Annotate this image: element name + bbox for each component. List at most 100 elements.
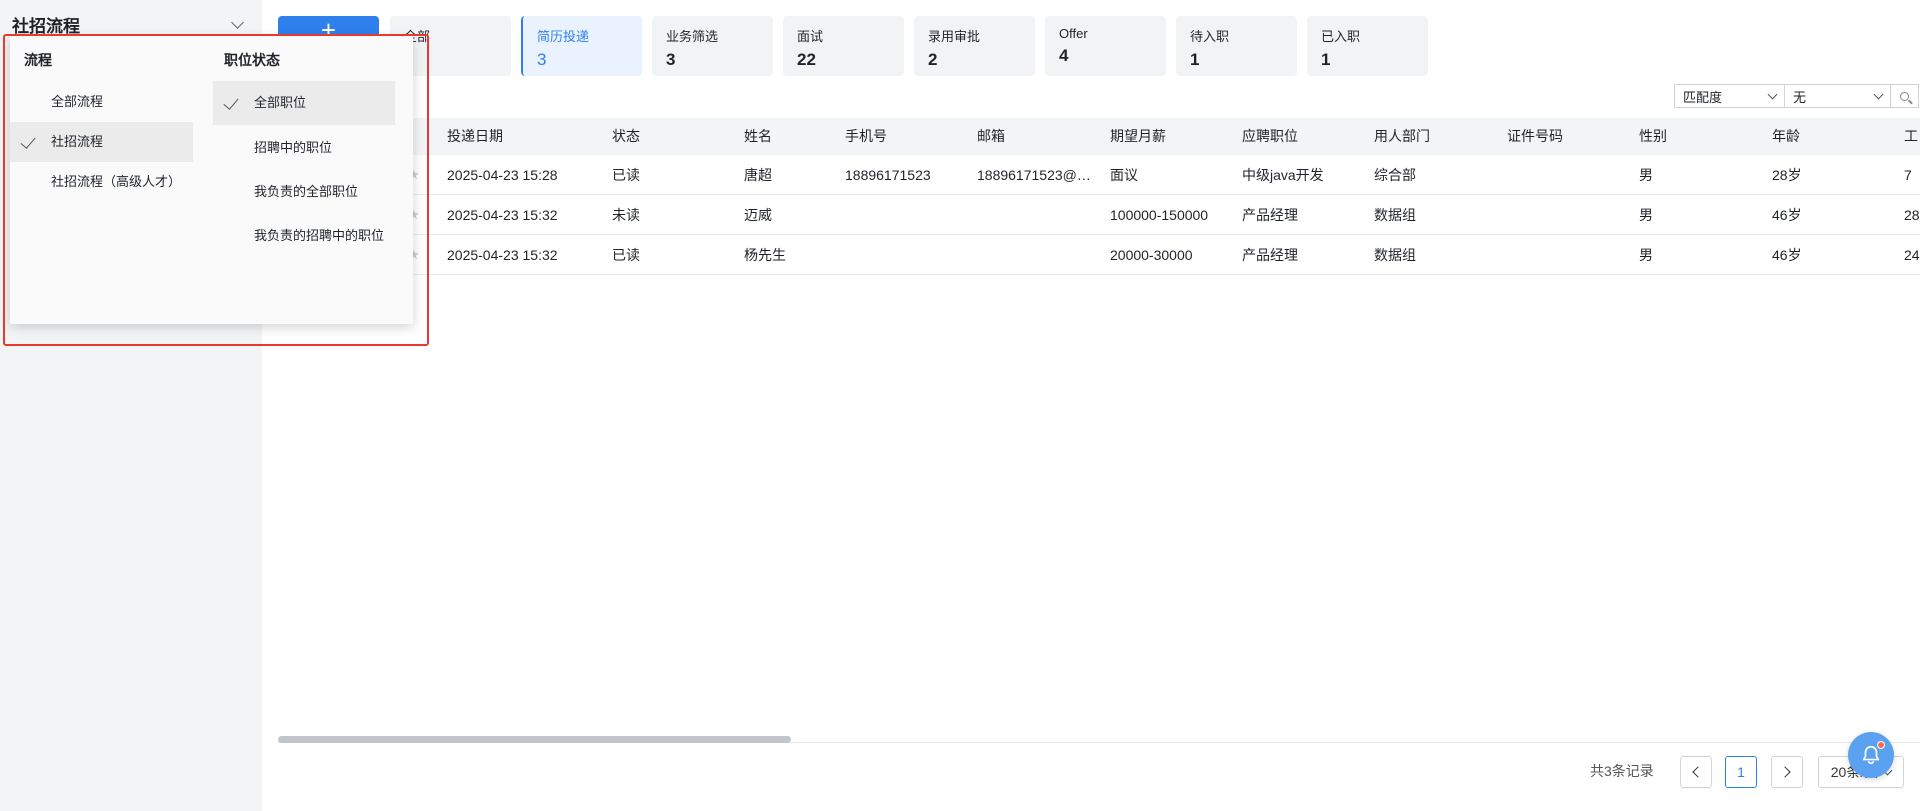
chevron-down-icon xyxy=(231,15,244,29)
cell-age: 28岁 xyxy=(1772,167,1802,183)
cell-email xyxy=(977,195,1103,235)
cell-email xyxy=(977,235,1103,275)
cell-gender: 男 xyxy=(1639,247,1653,263)
stage-label: 业务筛选 xyxy=(666,29,719,44)
process-option[interactable]: 全部流程 xyxy=(10,82,193,122)
status-option-label: 我负责的全部职位 xyxy=(254,184,359,199)
table-row[interactable]: ★ 2025-04-23 15:32 未读 迈威 100000-150000 产… xyxy=(278,195,1920,235)
cell-salary: 20000-30000 xyxy=(1110,247,1193,263)
status-option[interactable]: 我负责的招聘中的职位 xyxy=(213,216,403,256)
cell-age: 46岁 xyxy=(1772,207,1802,223)
search-button[interactable] xyxy=(1891,84,1919,108)
stage-tab-offer[interactable]: Offer 4 xyxy=(1045,16,1166,76)
stage-count: 2 xyxy=(928,50,938,69)
table-row[interactable]: ★ 2025-04-23 15:32 已读 杨先生 20000-30000 产品… xyxy=(278,235,1920,275)
scrollbar-thumb[interactable] xyxy=(278,736,791,743)
cell-salary: 100000-150000 xyxy=(1110,207,1209,223)
notification-button[interactable] xyxy=(1848,732,1894,778)
stage-tab-screening[interactable]: 业务筛选 3 xyxy=(652,16,773,76)
column-header[interactable]: 手机号 xyxy=(845,118,887,155)
prev-page-button[interactable] xyxy=(1680,756,1712,788)
stage-count: 1 xyxy=(1190,50,1200,69)
cell-status: 已读 xyxy=(612,167,640,183)
cell-salary: 面议 xyxy=(1110,167,1138,183)
process-option[interactable]: 社招流程 xyxy=(10,122,193,162)
stage-tab-pending[interactable]: 待入职 1 xyxy=(1176,16,1297,76)
stage-count: 3 xyxy=(666,50,676,69)
cell-name[interactable]: 唐超 xyxy=(744,155,839,195)
stage-label: 待入职 xyxy=(1190,29,1230,44)
column-header[interactable]: 状态 xyxy=(612,118,640,155)
table-header: 投递日期 状态 姓名 手机号 邮箱 期望月薪 应聘职位 用人部门 证件号码 性别… xyxy=(278,118,1920,155)
column-header[interactable]: 工 xyxy=(1904,118,1918,155)
next-page-button[interactable] xyxy=(1771,756,1803,788)
cell-department: 数据组 xyxy=(1374,247,1416,263)
page-number-button[interactable]: 1 xyxy=(1725,756,1757,788)
cell-status: 未读 xyxy=(612,207,640,223)
cell-name[interactable]: 杨先生 xyxy=(744,235,839,275)
stage-tab-interview[interactable]: 面试 22 xyxy=(783,16,904,76)
status-option-label: 全部职位 xyxy=(254,95,307,110)
status-option-label: 我负责的招聘中的职位 xyxy=(254,228,385,243)
filter-select-value: 无 xyxy=(1793,89,1807,105)
status-option[interactable]: 我负责的全部职位 xyxy=(213,172,395,212)
cell-date: 2025-04-23 15:32 xyxy=(447,207,558,223)
sort-select[interactable]: 匹配度 xyxy=(1674,84,1785,108)
chevron-down-icon xyxy=(1873,89,1884,99)
cell-work-years: 7 xyxy=(1904,167,1912,183)
column-header[interactable]: 邮箱 xyxy=(977,118,1005,155)
cell-position: 产品经理 xyxy=(1242,207,1298,223)
cell-phone: 18896171523 xyxy=(845,167,931,183)
column-header[interactable]: 用人部门 xyxy=(1374,118,1430,155)
stage-tab-onboarded[interactable]: 已入职 1 xyxy=(1307,16,1428,76)
column-header[interactable]: 证件号码 xyxy=(1507,118,1563,155)
sort-select-value: 匹配度 xyxy=(1683,89,1723,105)
process-option-label: 社招流程 xyxy=(51,134,104,149)
cell-date: 2025-04-23 15:32 xyxy=(447,247,558,263)
chevron-down-icon xyxy=(1767,89,1778,99)
process-option[interactable]: 社招流程（高级人才） xyxy=(10,162,193,202)
stage-count: 4 xyxy=(1059,46,1069,65)
stage-tab-resume[interactable]: 简历投递 3 xyxy=(521,16,642,76)
stage-label: 简历投递 xyxy=(537,29,590,44)
cell-position: 产品经理 xyxy=(1242,247,1298,263)
process-option-label: 全部流程 xyxy=(51,94,104,109)
cell-id-number xyxy=(1507,235,1632,275)
stage-count: 3 xyxy=(537,50,547,69)
stage-count: 22 xyxy=(797,50,816,69)
column-header[interactable]: 期望月薪 xyxy=(1110,118,1166,155)
cell-email: 18896171523@… xyxy=(977,167,1091,183)
cell-status: 已读 xyxy=(612,247,640,263)
cell-gender: 男 xyxy=(1639,167,1653,183)
cell-gender: 男 xyxy=(1639,207,1653,223)
process-option-label: 社招流程（高级人才） xyxy=(51,174,182,189)
search-icon xyxy=(1900,91,1909,101)
process-selector[interactable]: 社招流程 xyxy=(12,10,252,38)
chevron-left-icon xyxy=(1692,766,1704,778)
table-row[interactable]: ★ 2025-04-23 15:28 已读 唐超 18896171523 188… xyxy=(278,155,1920,195)
status-option[interactable]: 招聘中的职位 xyxy=(213,128,395,168)
cell-date: 2025-04-23 15:28 xyxy=(447,167,558,183)
stage-count: 6 xyxy=(404,50,497,70)
chevron-right-icon xyxy=(1779,766,1791,778)
sidebar-title: 社招流程 xyxy=(12,16,80,36)
check-icon xyxy=(20,133,36,149)
stage-tab-approval[interactable]: 录用审批 2 xyxy=(914,16,1035,76)
cell-id-number xyxy=(1507,155,1632,195)
total-records: 共3条记录 xyxy=(1590,763,1654,779)
column-header[interactable]: 年龄 xyxy=(1772,118,1800,155)
column-header[interactable]: 性别 xyxy=(1639,118,1667,155)
cell-work-years: 28 xyxy=(1904,207,1920,223)
cell-work-years: 24 xyxy=(1904,247,1920,263)
column-header[interactable]: 姓名 xyxy=(744,118,772,155)
process-dropdown: 流程 全部流程 社招流程 社招流程（高级人才） 职位状态 全部职位 招聘中的职位… xyxy=(10,36,413,324)
cell-age: 46岁 xyxy=(1772,247,1802,263)
cell-department: 数据组 xyxy=(1374,207,1416,223)
column-header[interactable]: 应聘职位 xyxy=(1242,118,1298,155)
column-header[interactable]: 投递日期 xyxy=(447,118,503,155)
cell-name[interactable]: 迈威 xyxy=(744,195,839,235)
cell-id-number xyxy=(1507,195,1632,235)
filter-select[interactable]: 无 xyxy=(1785,84,1891,108)
stage-label: 面试 xyxy=(797,29,824,44)
status-option[interactable]: 全部职位 xyxy=(213,81,395,125)
